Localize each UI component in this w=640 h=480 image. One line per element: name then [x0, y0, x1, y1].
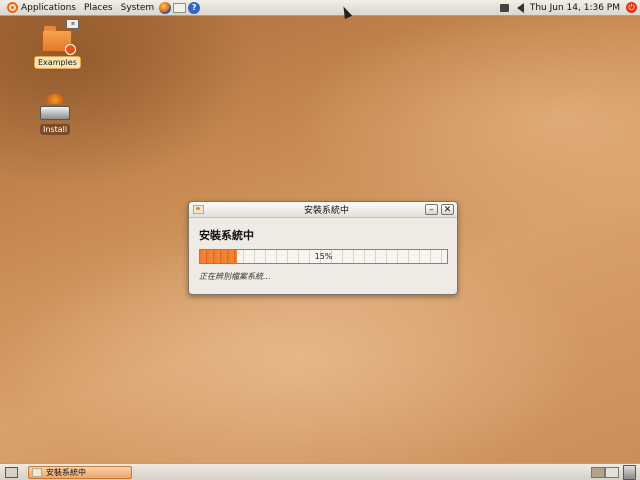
folder-icon: ≡ [42, 19, 80, 55]
mail-icon[interactable] [173, 2, 187, 13]
install-progress-bar: 15% [199, 249, 448, 264]
dialog-titlebar[interactable]: 安裝系統中 – ✕ [189, 202, 457, 218]
speaker-icon[interactable] [516, 2, 524, 13]
installer-window-icon [193, 205, 204, 214]
workspace-2[interactable] [605, 466, 619, 478]
install-progress-dialog: 安裝系統中 – ✕ 安裝系統中 15% 正在辨別檔案系統... [188, 201, 458, 295]
installer-icon [40, 94, 71, 120]
taskbar-item-installer[interactable]: 安裝系統中 [28, 465, 132, 479]
dialog-title: 安裝系統中 [303, 206, 349, 216]
places-menu-label: Places [83, 2, 113, 13]
show-desktop-icon[interactable] [5, 466, 18, 478]
lock-badge-icon [65, 44, 77, 55]
desktop-icon-examples[interactable]: ≡ Examples [34, 19, 81, 69]
applications-menu[interactable]: Applications [0, 0, 80, 15]
workspace-1[interactable] [591, 466, 605, 478]
desktop-icon-install[interactable]: Install [40, 94, 71, 135]
trash-icon[interactable] [623, 464, 636, 480]
system-menu[interactable]: System [117, 0, 159, 15]
top-panel: Applications Places System ? Thu Jun 14,… [0, 0, 640, 16]
network-icon[interactable] [499, 3, 509, 12]
firefox-icon[interactable] [159, 1, 172, 14]
dialog-body: 安裝系統中 15% 正在辨別檔案系統... [189, 218, 457, 282]
document-badge-icon: ≡ [66, 19, 80, 29]
desktop-icon-label: Install [40, 124, 71, 135]
places-menu[interactable]: Places [80, 0, 117, 15]
status-text: 正在辨別檔案系統... [199, 272, 271, 281]
minimize-button[interactable]: – [425, 204, 438, 215]
taskbar-item-label: 安裝系統中 [46, 467, 86, 477]
ubuntu-logo-icon [7, 2, 18, 13]
desktop-icon-label: Examples [34, 56, 81, 69]
close-button[interactable]: ✕ [441, 204, 454, 215]
clock[interactable]: Thu Jun 14, 1:36 PM [528, 3, 626, 13]
progress-percent: 15% [314, 252, 333, 261]
applications-menu-label: Applications [21, 2, 76, 13]
desktop-screen: Applications Places System ? Thu Jun 14,… [0, 0, 640, 480]
installer-task-icon [32, 467, 42, 477]
bottom-panel: 安裝系統中 [0, 463, 640, 480]
system-menu-label: System [120, 2, 155, 13]
dialog-heading: 安裝系統中 [199, 229, 254, 242]
power-icon[interactable]: ⏻ [626, 2, 637, 13]
workspace-switcher [591, 466, 619, 478]
help-icon[interactable]: ? [188, 1, 201, 14]
